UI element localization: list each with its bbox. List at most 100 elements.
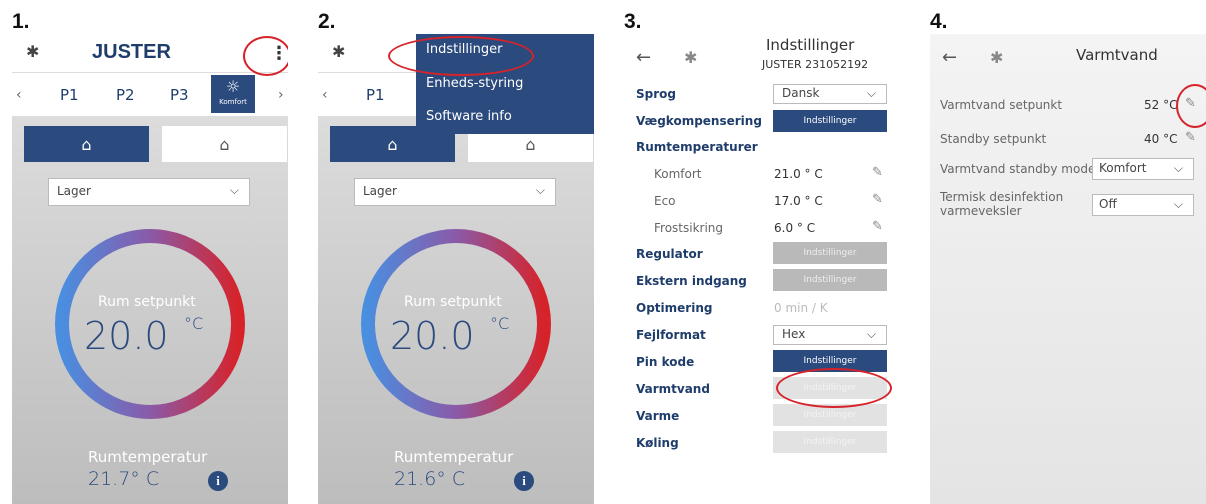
chevron-down-icon: ⌵ xyxy=(866,327,876,341)
setpoint-value: 20.0 xyxy=(390,314,475,358)
back-arrow-icon[interactable]: ← xyxy=(636,47,651,68)
bluetooth-icon[interactable]: ✱ xyxy=(332,42,345,61)
sprog-select[interactable]: Dansk ⌵ xyxy=(773,84,887,104)
vaegkomp-settings-button[interactable]: Indstillinger xyxy=(773,110,887,132)
sprog-label: Sprog xyxy=(636,87,676,101)
chevron-down-icon: ⌵ xyxy=(1173,197,1183,211)
profile-p2[interactable]: P2 xyxy=(116,86,135,104)
house-icon: ⌂ xyxy=(81,134,92,154)
komfort-label: Komfort xyxy=(219,98,247,106)
setpunkt-label: Varmtvand setpunkt xyxy=(940,98,1063,112)
standby-mode-select[interactable]: Komfort ⌵ xyxy=(1092,158,1194,180)
pin-label: Pin kode xyxy=(636,355,695,369)
screen-varmtvand: ← ✱ Varmtvand Varmtvand setpunkt 52 °C ✎… xyxy=(930,34,1206,504)
highlight-ring-varmtvand xyxy=(776,368,892,408)
step-2-label: 2. xyxy=(318,10,336,33)
komfort-label: Komfort xyxy=(654,167,702,181)
screen-main-1: ✱ JUSTER ⋮ ‹ P1 P2 P3 ☼ Komfort › ⌂ ⌂ La… xyxy=(12,34,288,504)
chevron-left-icon[interactable]: ‹ xyxy=(322,87,328,103)
chevron-down-icon: ⌵ xyxy=(866,86,876,100)
pencil-icon[interactable]: ✎ xyxy=(1185,130,1196,145)
chevron-right-icon[interactable]: › xyxy=(278,87,284,103)
varmtvand-title: Varmtvand xyxy=(1076,46,1158,64)
chevron-down-icon: ⌵ xyxy=(1173,161,1183,175)
koling-settings-button[interactable]: Indstillinger xyxy=(773,431,887,453)
profile-komfort-button[interactable]: ☼ Komfort xyxy=(211,75,255,113)
mode-select[interactable]: Lager ⌵ xyxy=(48,178,250,206)
house-icon: ⌂ xyxy=(387,134,398,154)
house-outline-icon: ⌂ xyxy=(525,134,536,154)
setpunkt-value: 52 °C xyxy=(1144,98,1178,112)
chevron-down-icon: ⌵ xyxy=(535,183,545,197)
eco-label: Eco xyxy=(654,194,676,208)
house-outline-icon: ⌂ xyxy=(219,134,230,154)
profile-p1[interactable]: P1 xyxy=(366,86,385,104)
varmtvand-label: Varmtvand xyxy=(636,382,710,396)
main-area: ⌂ ⌂ Lager ⌵ Rum setpunkt 20.0 °C Rumtemp… xyxy=(12,116,288,504)
room-temp-value: 21.7° C xyxy=(88,468,160,490)
ekstern-label: Ekstern indgang xyxy=(636,274,747,288)
termisk-label-line2: varmeveksler xyxy=(940,204,1022,218)
pencil-icon[interactable]: ✎ xyxy=(872,192,883,207)
optim-value: 0 min / K xyxy=(774,301,828,315)
step-3-label: 3. xyxy=(624,10,642,33)
highlight-ring-indstillinger xyxy=(388,36,534,76)
standby-value: 40 °C xyxy=(1144,132,1178,146)
highlight-ring-pencil xyxy=(1176,84,1206,128)
menu-item-enheds-styring[interactable]: Enheds-styring xyxy=(426,76,523,91)
regulator-label: Regulator xyxy=(636,247,703,261)
fejl-select[interactable]: Hex ⌵ xyxy=(773,325,887,345)
frost-value: 6.0 ° C xyxy=(774,221,816,235)
highlight-ring-menu xyxy=(243,36,288,76)
menu-item-software-info[interactable]: Software info xyxy=(426,109,512,124)
bluetooth-icon[interactable]: ✱ xyxy=(26,42,39,61)
step-4-label: 4. xyxy=(930,10,948,33)
mode-select-value: Lager xyxy=(57,184,91,198)
mode-select[interactable]: Lager ⌵ xyxy=(354,178,556,206)
setpoint-unit: °C xyxy=(184,314,204,333)
screen-settings: ← ✱ Indstillinger JUSTER 231052192 Sprog… xyxy=(624,34,900,504)
bluetooth-icon[interactable]: ✱ xyxy=(990,48,1003,67)
termisk-value: Off xyxy=(1099,197,1117,211)
termisk-select[interactable]: Off ⌵ xyxy=(1092,194,1194,216)
termisk-label-line1: Termisk desinfektion xyxy=(940,190,1064,204)
bluetooth-icon[interactable]: ✱ xyxy=(684,48,697,67)
komfort-value: 21.0 ° C xyxy=(774,167,823,181)
step-1-label: 1. xyxy=(12,10,30,33)
mode-buttons: ⌂ ⌂ xyxy=(24,126,288,162)
back-arrow-icon[interactable]: ← xyxy=(942,47,957,68)
profile-p3[interactable]: P3 xyxy=(170,86,189,104)
vaegkomp-label: Vægkompensering xyxy=(636,114,762,128)
setpoint-unit: °C xyxy=(490,314,510,333)
koling-label: Køling xyxy=(636,436,679,450)
room-temp-label: Rumtemperatur xyxy=(394,448,514,466)
settings-title: Indstillinger xyxy=(766,36,855,54)
profile-p1[interactable]: P1 xyxy=(60,86,79,104)
setpoint-label: Rum setpunkt xyxy=(98,294,196,310)
optim-label: Optimering xyxy=(636,301,713,315)
home-mode-button[interactable]: ⌂ xyxy=(24,126,149,162)
room-temp-label: Rumtemperatur xyxy=(88,448,208,466)
room-temp-value: 21.6° C xyxy=(394,468,466,490)
chevron-down-icon: ⌵ xyxy=(229,183,239,197)
ekstern-settings-button[interactable]: Indstillinger xyxy=(773,269,887,291)
setpoint-value: 20.0 xyxy=(84,314,169,358)
sun-icon: ☼ xyxy=(225,77,241,96)
sprog-value: Dansk xyxy=(782,86,820,100)
away-mode-button[interactable]: ⌂ xyxy=(162,126,287,162)
fejl-value: Hex xyxy=(782,327,806,341)
varme-label: Varme xyxy=(636,409,680,423)
info-icon[interactable]: i xyxy=(514,471,534,491)
chevron-left-icon[interactable]: ‹ xyxy=(16,87,22,103)
mode-select-value: Lager xyxy=(363,184,397,198)
info-icon[interactable]: i xyxy=(208,471,228,491)
pencil-icon[interactable]: ✎ xyxy=(872,165,883,180)
rumtemp-label: Rumtemperaturer xyxy=(636,140,758,154)
profile-bar: ‹ P1 P2 P3 ☼ Komfort › xyxy=(12,72,288,117)
regulator-settings-button[interactable]: Indstillinger xyxy=(773,242,887,264)
main-area: ⌂ ⌂ Lager ⌵ Rum setpunkt 20.0 °C Rumtemp… xyxy=(318,116,594,504)
app-title: JUSTER xyxy=(92,41,171,63)
pencil-icon[interactable]: ✎ xyxy=(872,219,883,234)
frost-label: Frostsikring xyxy=(654,221,724,235)
standby-mode-label: Varmtvand standby mode xyxy=(940,162,1096,176)
